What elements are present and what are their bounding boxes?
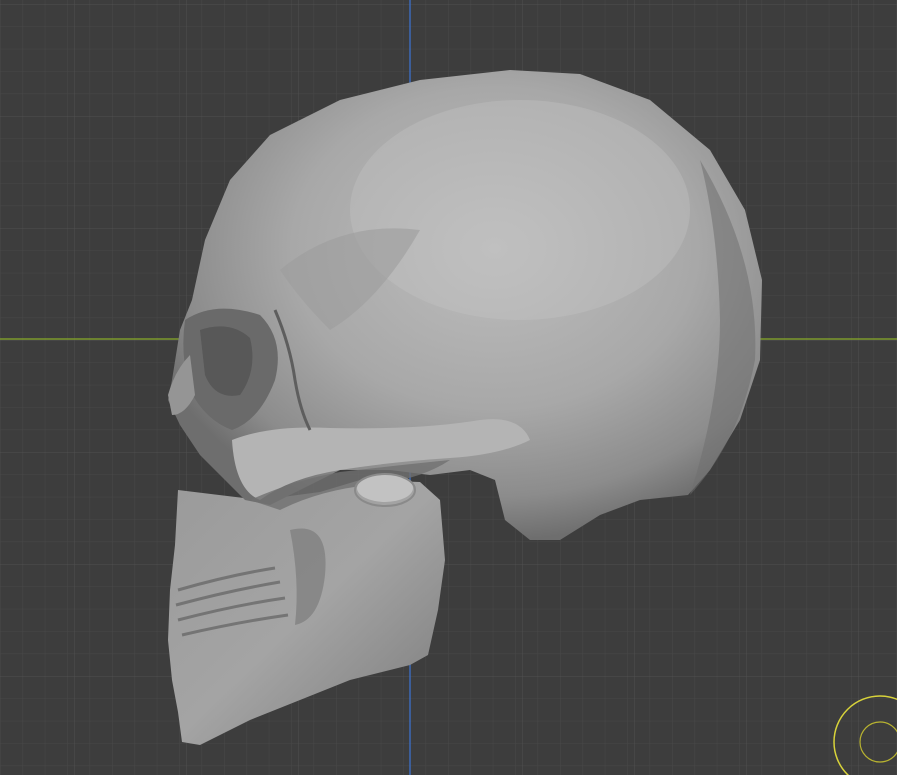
skull-forehead-highlight	[350, 100, 690, 320]
viewport-scene[interactable]	[0, 0, 897, 775]
3d-viewport[interactable]	[0, 0, 897, 775]
